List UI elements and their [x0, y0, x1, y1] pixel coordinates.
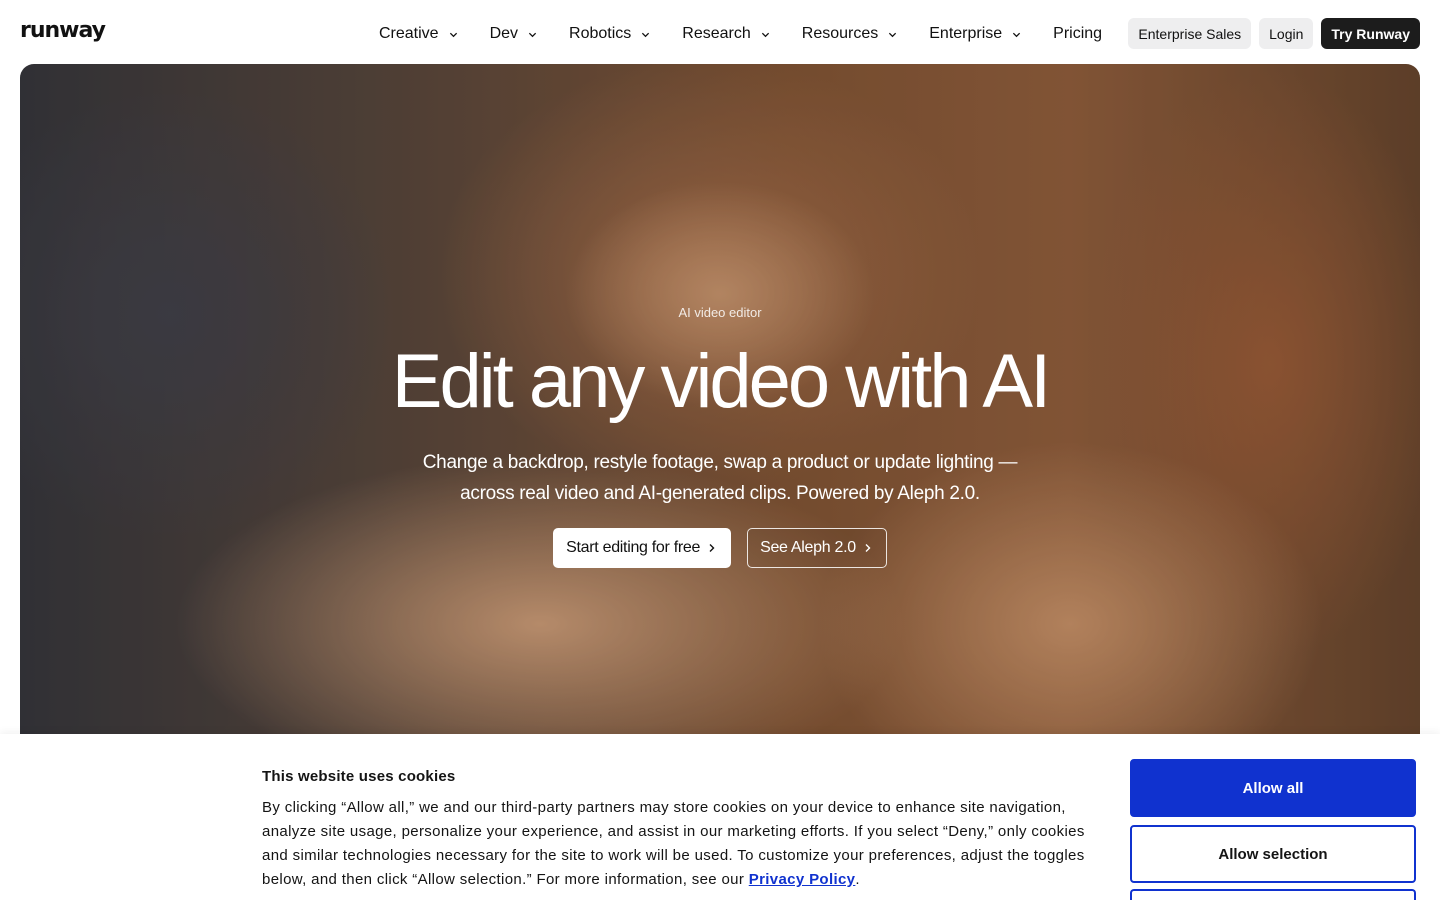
see-aleph-button[interactable]: See Aleph 2.0 — [747, 528, 887, 568]
hero-eyebrow: AI video editor — [678, 305, 762, 320]
hero-title: Edit any video with AI — [391, 339, 1051, 424]
nav-item-label: Robotics — [569, 25, 632, 42]
site-header: runway Creative Dev Robotics Research Re… — [0, 0, 1440, 64]
deny-button[interactable] — [1130, 889, 1416, 900]
enterprise-sales-button[interactable]: Enterprise Sales — [1128, 18, 1252, 49]
login-button[interactable]: Login — [1259, 18, 1314, 49]
nav-item-label: Resources — [801, 25, 879, 42]
cookie-banner-text: By clicking “Allow all,” we and our thir… — [262, 796, 1092, 892]
nav-item-resources[interactable]: Resources — [802, 25, 897, 43]
nav-item-dev[interactable]: Dev — [490, 25, 537, 43]
nav-item-creative[interactable]: Creative — [379, 25, 458, 43]
allow-all-button[interactable]: Allow all — [1130, 759, 1416, 817]
nav-item-label: Enterprise — [929, 25, 1003, 42]
chevron-down-icon — [642, 32, 650, 37]
privacy-policy-link[interactable]: Privacy Policy — [749, 871, 856, 888]
chevron-down-icon — [761, 32, 769, 37]
cookie-banner: This website uses cookies By clicking “A… — [0, 734, 1440, 900]
nav-item-enterprise[interactable]: Enterprise — [929, 25, 1021, 43]
chevron-down-icon — [449, 32, 457, 37]
nav-item-label: Research — [682, 25, 751, 42]
hero-video: AI video editor Edit any video with AI C… — [20, 64, 1420, 764]
cookie-text-main: By clicking “Allow all,” we and our thir… — [262, 799, 1085, 888]
allow-selection-button[interactable]: Allow selection — [1130, 825, 1416, 883]
see-aleph-label: See Aleph 2.0 — [760, 539, 856, 556]
chevron-down-icon — [889, 32, 897, 37]
chevron-right-icon — [865, 544, 871, 552]
chevron-down-icon — [1013, 32, 1021, 37]
chevron-right-icon — [709, 544, 715, 552]
nav-item-label: Pricing — [1053, 25, 1103, 42]
runway-logo[interactable]: runway — [20, 18, 106, 43]
nav-item-pricing[interactable]: Pricing — [1053, 25, 1102, 43]
cookie-banner-title: This website uses cookies — [262, 768, 456, 785]
cookie-text-end: . — [855, 871, 860, 888]
main-nav: Creative Dev Robotics Research Resources… — [379, 0, 1102, 68]
start-editing-button[interactable]: Start editing for free — [553, 528, 732, 568]
nav-item-label: Creative — [379, 25, 439, 42]
header-actions: Enterprise Sales Login Try Runway — [1128, 18, 1420, 49]
hero-subtitle: Change a backdrop, restyle footage, swap… — [422, 452, 1018, 504]
nav-item-robotics[interactable]: Robotics — [569, 25, 650, 43]
nav-item-label: Dev — [489, 25, 519, 42]
start-editing-label: Start editing for free — [566, 539, 701, 556]
nav-item-research[interactable]: Research — [682, 25, 769, 43]
chevron-down-icon — [528, 32, 537, 37]
try-runway-button[interactable]: Try Runway — [1321, 18, 1420, 49]
hero-cta-row: Start editing for free See Aleph 2.0 — [20, 528, 1420, 568]
